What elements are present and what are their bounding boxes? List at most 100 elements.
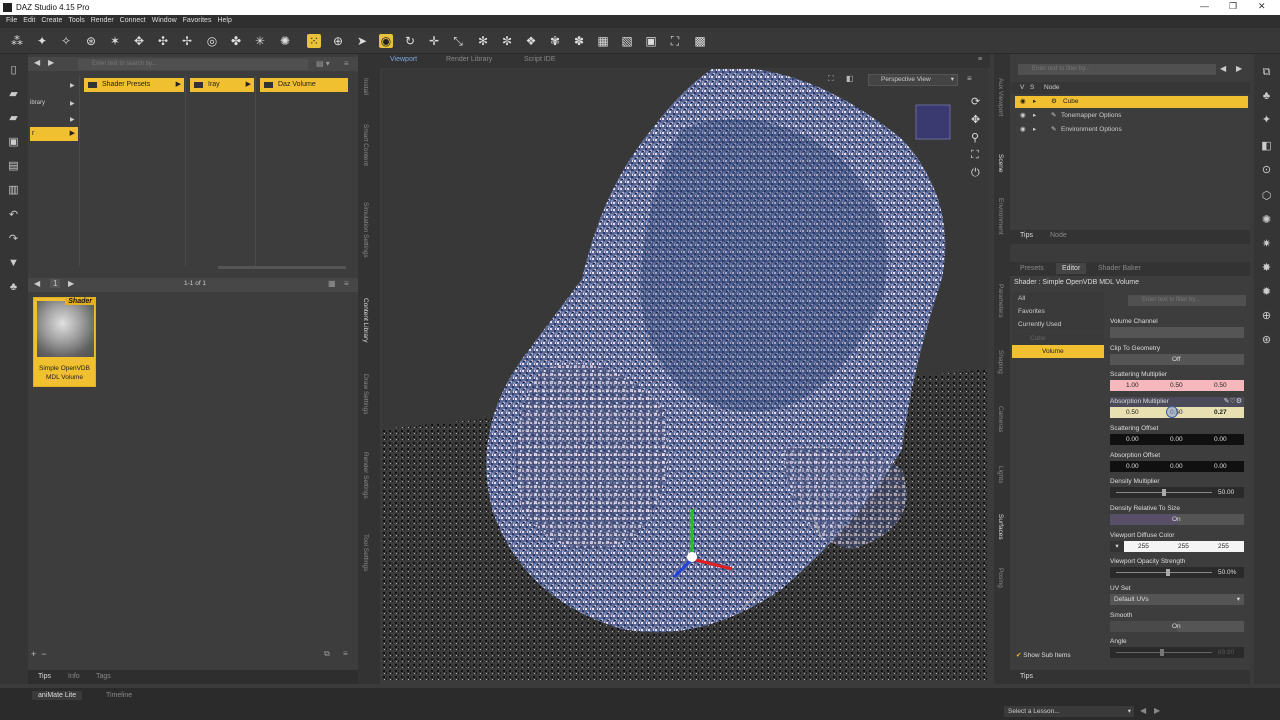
- grid-icon[interactable]: ▦: [596, 34, 610, 48]
- forward-icon[interactable]: ▶: [1236, 64, 1242, 73]
- view-mode-icon[interactable]: ▤ ▾: [316, 59, 330, 68]
- camera-icon[interactable]: ▩: [693, 34, 707, 48]
- category-item[interactable]: ibrary: [30, 100, 45, 106]
- node-tool-icon[interactable]: ✧: [59, 34, 73, 48]
- value-g[interactable]: 0.50: [1170, 380, 1183, 391]
- render-icon[interactable]: ▣: [644, 34, 658, 48]
- expand-arrow-icon[interactable]: ▸: [1033, 110, 1036, 122]
- smooth-toggle[interactable]: On: [1110, 621, 1244, 632]
- surface-tool-icon[interactable]: ✺: [278, 34, 292, 48]
- camera-icon[interactable]: ◧: [1260, 140, 1273, 153]
- tab-lights[interactable]: Lights: [997, 466, 1004, 483]
- slider-value[interactable]: 89.90: [1218, 647, 1234, 658]
- tab-render-settings[interactable]: Render Settings: [362, 452, 369, 499]
- panel-menu-icon[interactable]: ≡: [343, 649, 348, 658]
- tab-animate-lite[interactable]: aniMate Lite: [32, 691, 83, 700]
- slider-value[interactable]: 50.00: [1218, 487, 1234, 498]
- menu-favorites[interactable]: Favorites: [183, 17, 212, 24]
- tab-node[interactable]: Node: [1050, 232, 1067, 239]
- param-options-icon[interactable]: ✎♡⚙: [1224, 397, 1242, 405]
- value-b[interactable]: 255: [1218, 541, 1229, 552]
- expand-arrow-icon[interactable]: ▸: [1033, 96, 1036, 108]
- tab-viewport[interactable]: Viewport: [390, 56, 417, 63]
- pan-icon[interactable]: ✥: [971, 113, 980, 126]
- tab-presets[interactable]: Presets: [1020, 265, 1044, 272]
- tab-script-ide[interactable]: Script IDE: [524, 56, 556, 63]
- universal-tool-icon[interactable]: ⁙: [307, 34, 321, 48]
- density-multiplier-slider[interactable]: 50.00: [1110, 487, 1244, 498]
- add-icon[interactable]: +: [31, 649, 36, 659]
- geometry-icon[interactable]: ⬡: [1260, 190, 1273, 203]
- value-g[interactable]: 0.00: [1170, 461, 1183, 472]
- minimize-icon[interactable]: —: [1200, 1, 1209, 11]
- tab-tips[interactable]: Tips: [1020, 232, 1033, 239]
- forward-icon[interactable]: ▶: [48, 58, 54, 67]
- tab-tips[interactable]: Tips: [1020, 673, 1033, 680]
- maximize-icon[interactable]: ❐: [1229, 1, 1237, 12]
- absorption-offset-color[interactable]: 0.00 0.00 0.00: [1110, 461, 1244, 472]
- save-as-icon[interactable]: ▤: [7, 160, 20, 173]
- figure-icon[interactable]: ♣: [1260, 90, 1273, 103]
- zoom-icon[interactable]: ⚲: [971, 131, 979, 144]
- geometry-tool-icon[interactable]: ✳: [253, 34, 267, 48]
- lesson-select[interactable]: Select a Lesson... ▾: [1004, 706, 1134, 717]
- menu-edit[interactable]: Edit: [23, 17, 35, 24]
- slider-handle[interactable]: [1166, 569, 1170, 576]
- linear-light-icon[interactable]: ✹: [1260, 286, 1273, 299]
- surface-selection-icon[interactable]: ◉: [379, 34, 393, 48]
- angle-slider[interactable]: 89.90: [1110, 647, 1244, 658]
- clip-to-geometry-toggle[interactable]: Off: [1110, 354, 1244, 365]
- camera-selector[interactable]: Perspective View ▾: [868, 74, 958, 86]
- group-currently-used[interactable]: Currently Used: [1012, 318, 1104, 331]
- panel-menu-icon[interactable]: ≡: [978, 56, 982, 63]
- value-b[interactable]: 0.50: [1214, 380, 1227, 391]
- volume-channel-field[interactable]: [1110, 327, 1244, 338]
- surfaces-filter-input[interactable]: Enter text to filter by...: [1128, 295, 1246, 306]
- chevron-down-icon[interactable]: ▾: [1110, 541, 1124, 552]
- iray-folder[interactable]: Iray ▶: [190, 78, 254, 92]
- weight-map-icon[interactable]: ✾: [548, 34, 562, 48]
- redo-icon[interactable]: ↷: [7, 233, 20, 246]
- value-g[interactable]: 0.00: [1170, 434, 1183, 445]
- tab-info[interactable]: Info: [68, 673, 80, 680]
- tab-smart-content[interactable]: Smart Content: [362, 124, 369, 166]
- distant-light-icon[interactable]: ✷: [1260, 238, 1273, 251]
- value-r[interactable]: 1.00: [1126, 380, 1139, 391]
- slider-value[interactable]: 50.0%: [1218, 567, 1236, 578]
- next-lesson-icon[interactable]: ▶: [1154, 706, 1160, 715]
- expand-arrow-icon[interactable]: ▸: [1033, 124, 1036, 136]
- value-r[interactable]: 0.00: [1126, 434, 1139, 445]
- select-arrow-icon[interactable]: ➤: [355, 34, 369, 48]
- value-g[interactable]: 255: [1178, 541, 1189, 552]
- panel-menu-icon[interactable]: ≡: [344, 279, 349, 288]
- tab-scene[interactable]: Scene: [997, 154, 1004, 172]
- tab-cameras[interactable]: Cameras: [997, 406, 1004, 432]
- tab-content-library[interactable]: Content Library: [362, 298, 369, 342]
- prop-icon[interactable]: ✦: [1260, 114, 1273, 127]
- view-cube-icon[interactable]: [915, 104, 951, 140]
- viewport-diffuse-color[interactable]: ▾ 255 255 255: [1110, 541, 1244, 552]
- new-window-icon[interactable]: ⧉: [1260, 66, 1273, 79]
- region-tool-icon[interactable]: ⊕: [331, 34, 345, 48]
- panel-menu-icon[interactable]: ≡: [344, 59, 349, 68]
- menu-file[interactable]: File: [6, 17, 17, 24]
- frame-selection-icon[interactable]: ⛶: [971, 149, 979, 162]
- gizmo-icon[interactable]: ✼: [500, 34, 514, 48]
- group-cube[interactable]: Cube: [1012, 332, 1104, 345]
- next-page-icon[interactable]: ▶: [68, 279, 74, 288]
- value-r[interactable]: 0.50: [1126, 407, 1139, 418]
- tab-draw-settings[interactable]: Draw Settings: [362, 374, 369, 414]
- spot-render-icon[interactable]: ⛶: [668, 34, 682, 48]
- scale-icon[interactable]: ⤡: [451, 34, 465, 48]
- value-r[interactable]: 0.00: [1126, 461, 1139, 472]
- density-relative-toggle[interactable]: On: [1110, 514, 1244, 525]
- move-icon[interactable]: ✛: [427, 34, 441, 48]
- value-b[interactable]: 0.00: [1214, 461, 1227, 472]
- menu-render[interactable]: Render: [91, 17, 114, 24]
- export-icon[interactable]: ▥: [7, 184, 20, 197]
- merge-icon[interactable]: ▰: [7, 112, 20, 125]
- scattering-offset-color[interactable]: 0.00 0.00 0.00: [1110, 434, 1244, 445]
- category-selected-item[interactable]: r ▶: [30, 127, 78, 141]
- menu-connect[interactable]: Connect: [120, 17, 146, 24]
- tab-posing[interactable]: Posing: [997, 568, 1004, 588]
